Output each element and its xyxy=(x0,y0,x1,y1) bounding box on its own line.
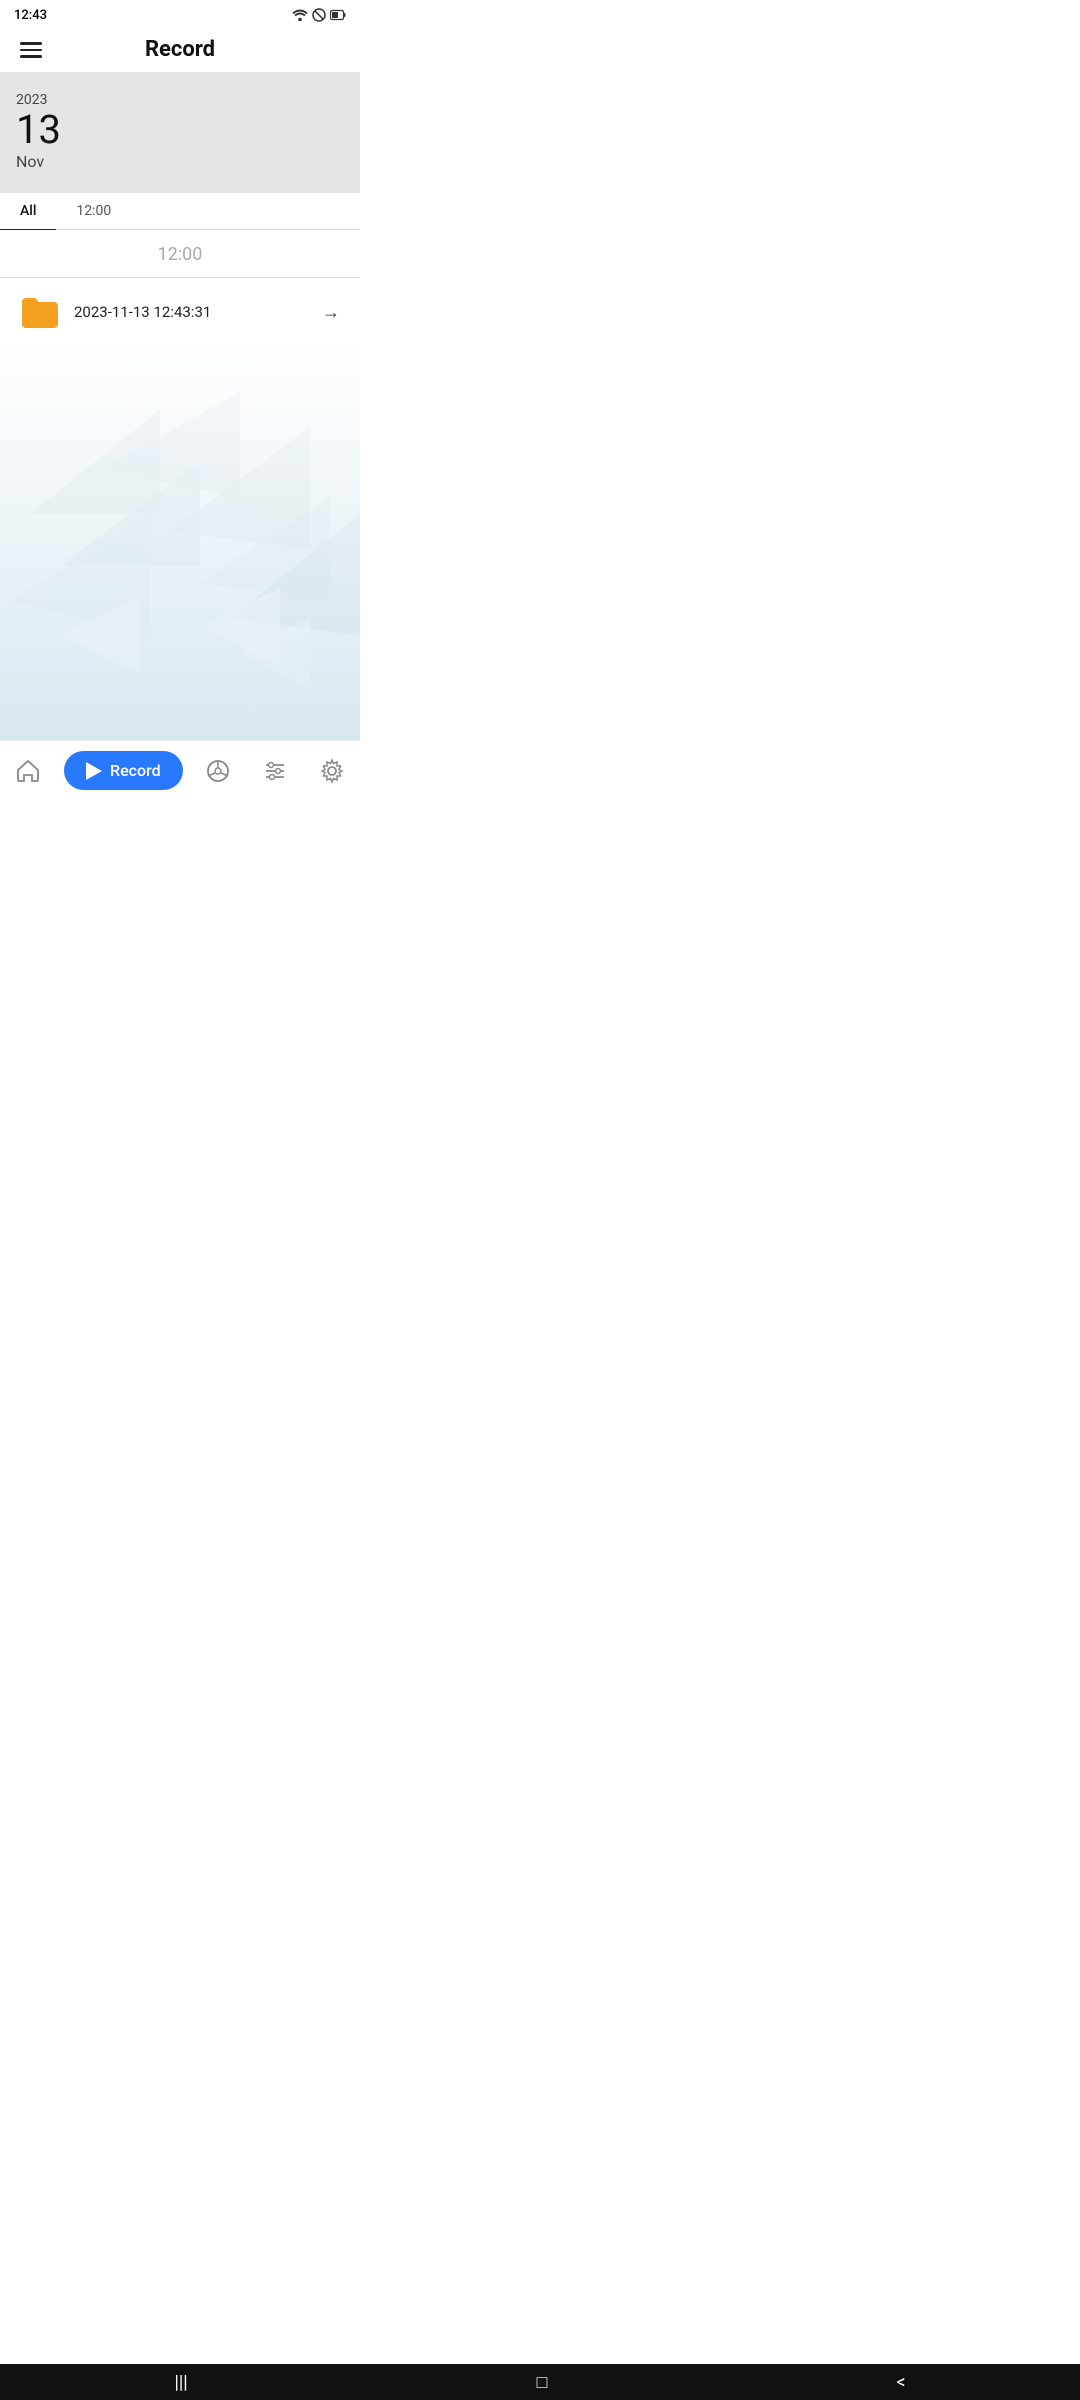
steering-icon xyxy=(205,758,231,784)
status-bar: 12:43 xyxy=(0,0,360,28)
main-content: 12:00 2023-11-13 12:43:31 → xyxy=(0,230,360,346)
decorative-background xyxy=(0,340,360,740)
controls-icon xyxy=(262,758,288,784)
battery-icon xyxy=(330,9,346,21)
record-button[interactable]: Record xyxy=(64,751,183,790)
nav-controls[interactable] xyxy=(254,754,296,788)
nav-steering[interactable] xyxy=(197,754,239,788)
menu-button[interactable] xyxy=(16,38,46,62)
page-title: Record xyxy=(145,37,215,62)
bottom-nav: Record xyxy=(0,740,360,800)
date-month: Nov xyxy=(16,152,344,171)
tabs-row: All 12:00 xyxy=(0,193,360,231)
settings-icon xyxy=(319,758,345,784)
home-icon xyxy=(15,758,41,784)
system-nav: ||| □ < xyxy=(0,2364,1080,2400)
tab-all[interactable]: All xyxy=(0,193,56,231)
date-day: 13 xyxy=(16,110,344,150)
record-list: 2023-11-13 12:43:31 → xyxy=(0,278,360,346)
record-name: 2023-11-13 12:43:31 xyxy=(74,303,322,321)
status-icons xyxy=(292,8,346,22)
nav-settings[interactable] xyxy=(311,754,353,788)
recent-apps-button[interactable]: ||| xyxy=(174,2372,187,2393)
status-time: 12:43 xyxy=(14,8,47,23)
home-button[interactable]: □ xyxy=(537,2372,548,2393)
back-button[interactable]: < xyxy=(896,2372,905,2393)
nav-home[interactable] xyxy=(7,754,49,788)
folder-icon xyxy=(20,294,60,330)
wifi-icon xyxy=(292,8,308,22)
date-panel: 2023 13 Nov xyxy=(0,72,360,193)
time-section-label: 12:00 xyxy=(0,230,360,278)
play-icon xyxy=(86,762,102,780)
record-item[interactable]: 2023-11-13 12:43:31 → xyxy=(12,278,348,346)
date-year: 2023 xyxy=(16,92,344,108)
arrow-right-icon: → xyxy=(322,302,340,323)
blocked-icon xyxy=(312,8,326,22)
tab-time[interactable]: 12:00 xyxy=(56,193,131,231)
app-header: Record xyxy=(0,28,360,72)
record-button-label: Record xyxy=(110,761,161,780)
